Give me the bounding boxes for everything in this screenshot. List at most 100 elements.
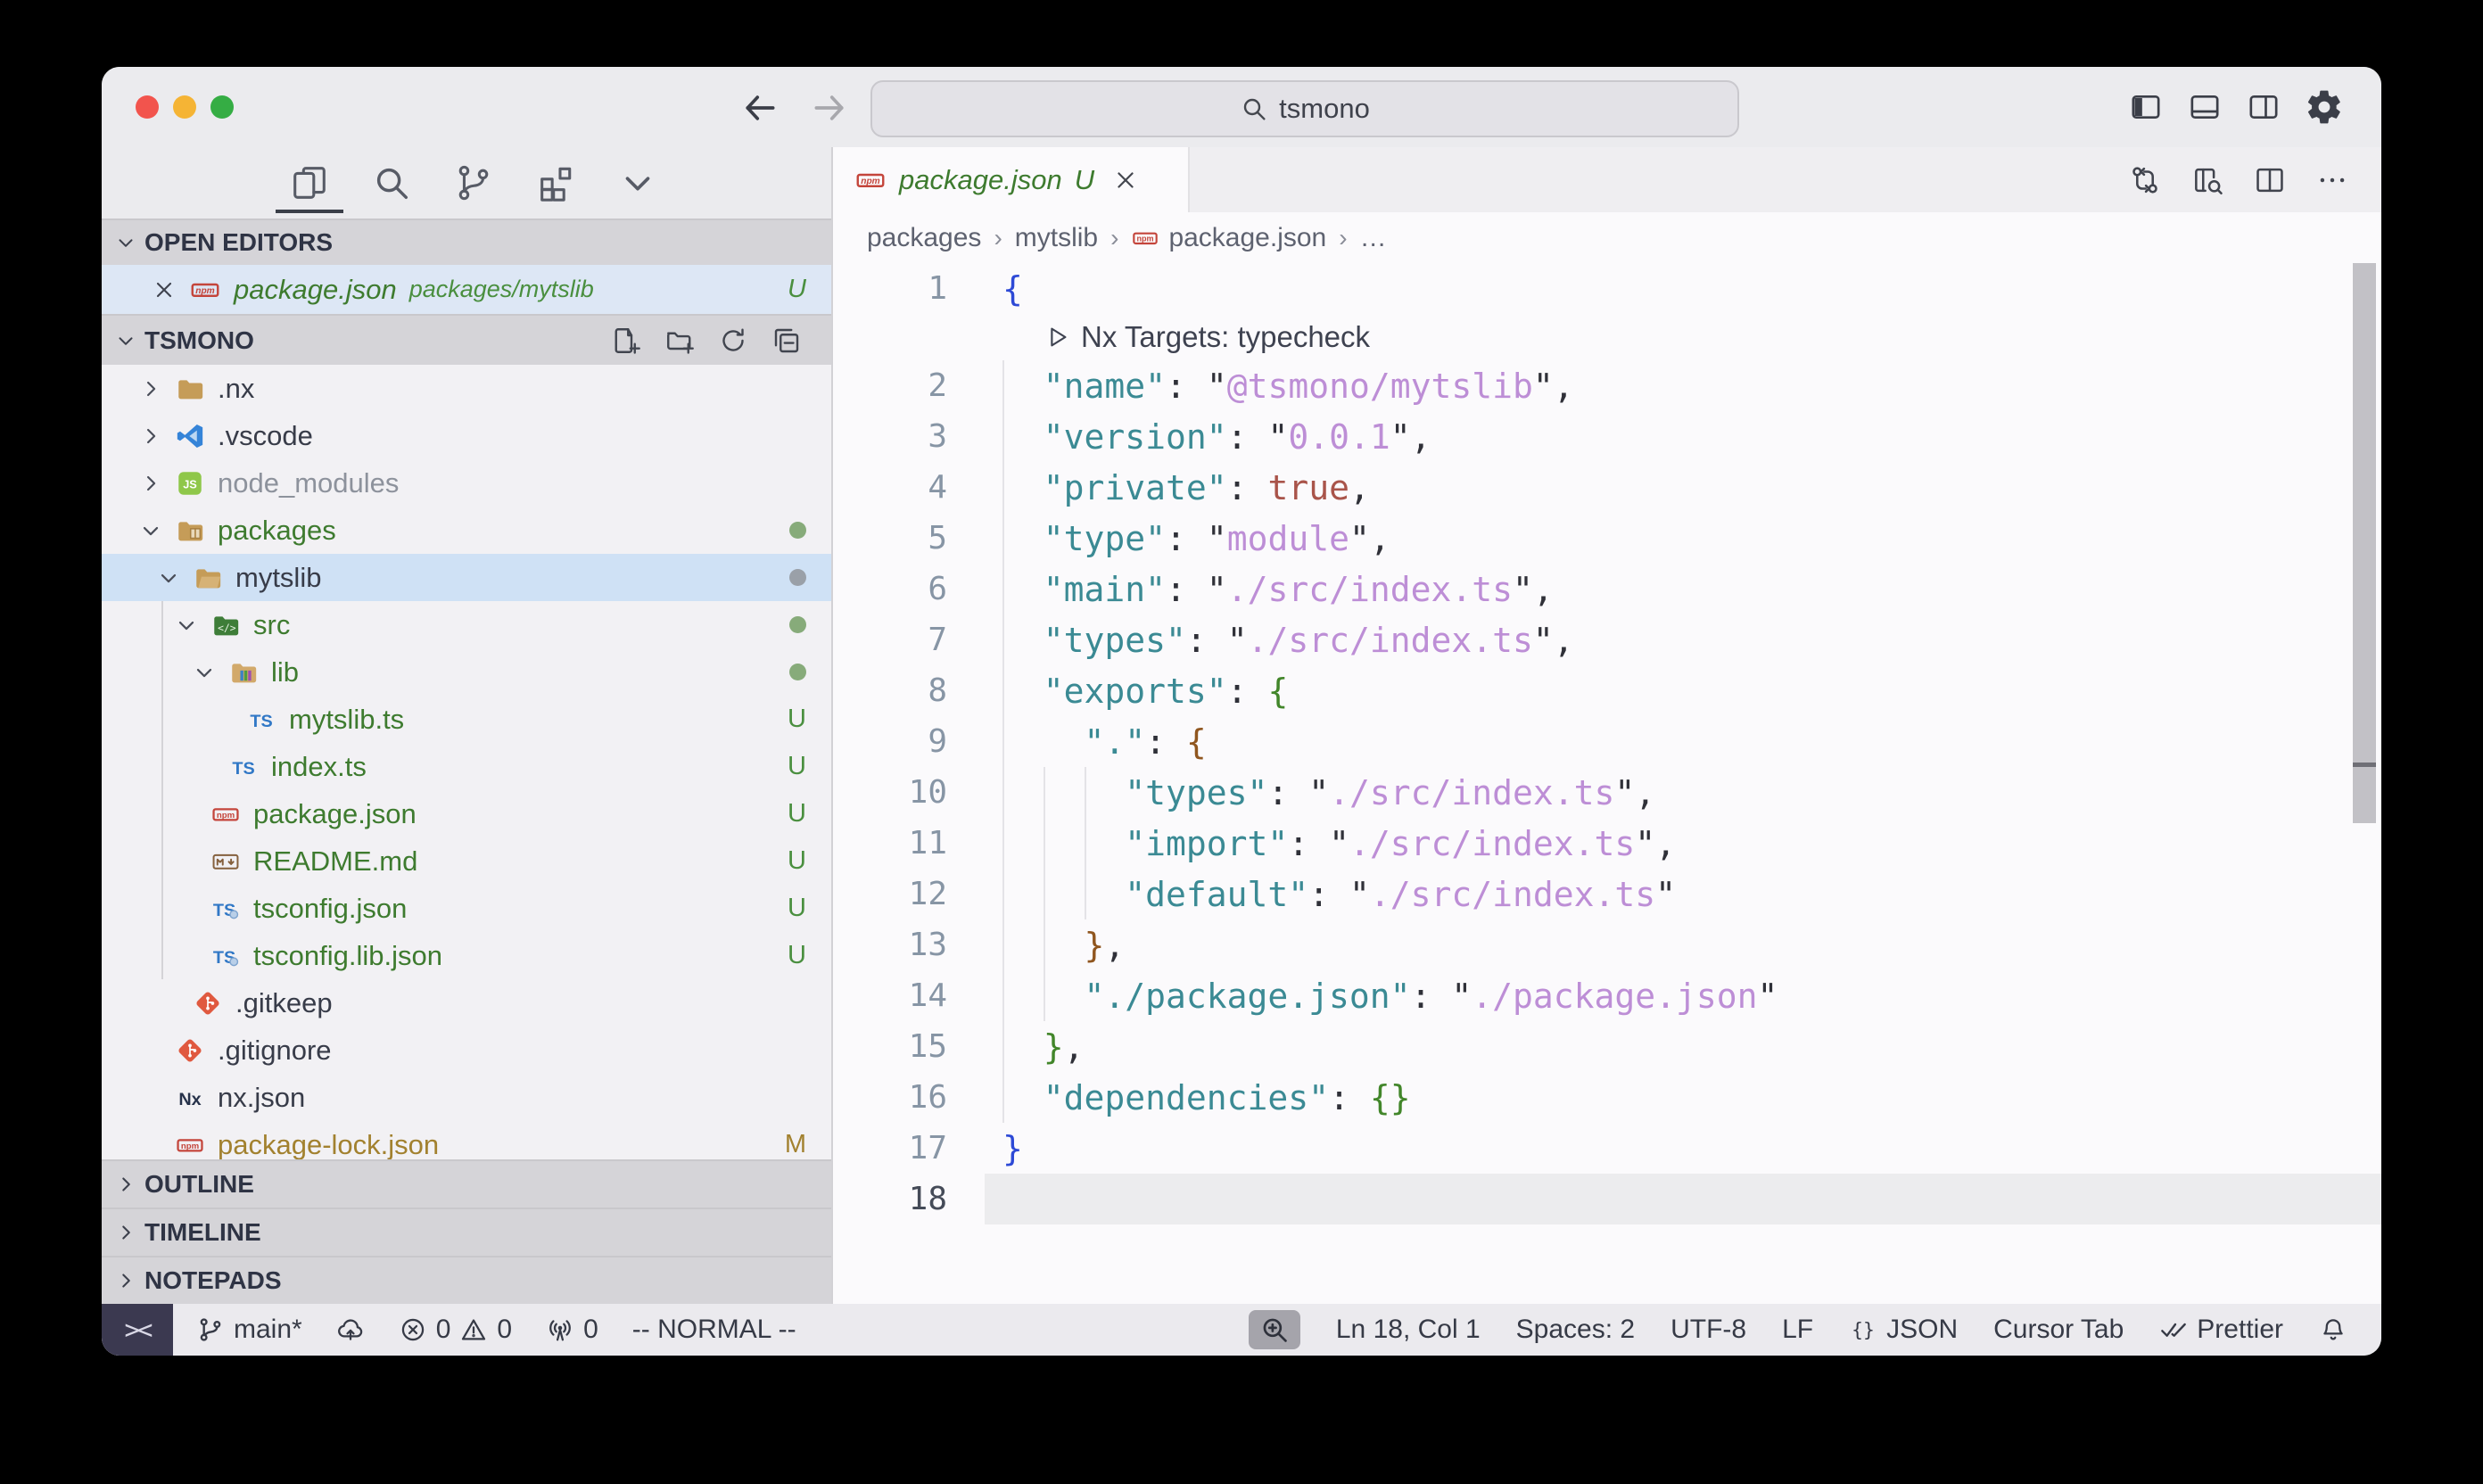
- tree-item-label: .nx: [218, 373, 254, 405]
- tree-item-package.json[interactable]: npm package.json U: [102, 790, 831, 837]
- tree-item-tsconfig.lib.json[interactable]: TS tsconfig.lib.json U: [102, 932, 831, 979]
- code-line-9: 9 ".": {: [833, 716, 2381, 767]
- status-item-right-4[interactable]: LF: [1782, 1315, 1813, 1345]
- layout-panel-icon[interactable]: [2187, 89, 2223, 125]
- git-status-badge: U: [788, 894, 806, 923]
- status-item-right-8[interactable]: [2319, 1315, 2347, 1344]
- split-editor-icon[interactable]: [2253, 163, 2287, 197]
- command-center-search[interactable]: tsmono: [870, 80, 1739, 137]
- tree-item-src[interactable]: </> src: [102, 601, 831, 648]
- breadcrumb-item[interactable]: …: [1360, 223, 1387, 253]
- play-icon: [1044, 324, 1070, 350]
- tree-item-node_modules[interactable]: JS node_modules: [102, 459, 831, 507]
- more-actions-icon[interactable]: [2315, 163, 2349, 197]
- svg-text:TS: TS: [232, 758, 254, 778]
- activity-explorer[interactable]: [285, 151, 334, 215]
- npm-icon: npm: [1131, 224, 1159, 252]
- tree-item-package-lock.json[interactable]: npm package-lock.json M: [102, 1121, 831, 1159]
- svg-text:</>: </>: [218, 622, 236, 634]
- tree-item-.vscode[interactable]: .vscode: [102, 412, 831, 459]
- preview-search-icon[interactable]: [2190, 163, 2224, 197]
- status-item-right-5[interactable]: {}JSON: [1849, 1315, 1958, 1345]
- close-window-button[interactable]: [136, 95, 159, 119]
- new-file-icon[interactable]: [610, 325, 642, 357]
- settings-gear-icon[interactable]: [2305, 87, 2344, 127]
- minimize-window-button[interactable]: [173, 95, 196, 119]
- refresh-icon[interactable]: [717, 325, 749, 357]
- tree-item-label: index.ts: [271, 751, 367, 783]
- tree-item-index.ts[interactable]: TS index.ts U: [102, 743, 831, 790]
- section-notepads[interactable]: NOTEPADS: [102, 1256, 831, 1304]
- cloud-upload-icon: [336, 1315, 365, 1344]
- code-line-14: 14 "./package.json": "./package.json": [833, 970, 2381, 1021]
- open-editors-header[interactable]: OPEN EDITORS: [102, 218, 831, 265]
- svg-text:JS: JS: [183, 477, 197, 491]
- codelens-nx-targets[interactable]: Nx Targets: typecheck: [833, 314, 2381, 360]
- status-item-left-1[interactable]: [336, 1315, 365, 1344]
- layout-sidebar-right-icon[interactable]: [2246, 89, 2281, 125]
- remote-indicator[interactable]: ><: [102, 1304, 173, 1356]
- activity-search[interactable]: [367, 151, 417, 215]
- compare-changes-icon[interactable]: [2128, 163, 2162, 197]
- tree-item-packages[interactable]: packages: [102, 507, 831, 554]
- status-item-left-3[interactable]: 0: [546, 1315, 598, 1345]
- git-status-badge: U: [788, 799, 806, 829]
- tree-item-mytslib.ts[interactable]: TS mytslib.ts U: [102, 696, 831, 743]
- section-outline[interactable]: OUTLINE: [102, 1159, 831, 1208]
- code-editor[interactable]: 1 { Nx Targets: typecheck 2 "name": "@ts…: [833, 263, 2381, 1304]
- status-item-left-2[interactable]: 00: [399, 1315, 512, 1345]
- tree-item-.gitkeep[interactable]: .gitkeep: [102, 979, 831, 1026]
- line-number: 7: [833, 622, 947, 658]
- activity-more-views[interactable]: [613, 151, 663, 215]
- collapse-all-icon[interactable]: [771, 325, 803, 357]
- forward-icon[interactable]: [810, 88, 849, 128]
- ts-icon: TS: [246, 705, 276, 735]
- scrollbar-thumb[interactable]: [2353, 263, 2376, 823]
- status-item-right-1[interactable]: Ln 18, Col 1: [1336, 1315, 1481, 1345]
- tree-item-.nx[interactable]: .nx: [102, 365, 831, 412]
- node-icon: JS: [175, 468, 205, 499]
- git-status-badge: U: [788, 846, 806, 876]
- tab-package-json[interactable]: npm package.json U: [833, 147, 1190, 212]
- activity-source-control[interactable]: [449, 151, 499, 215]
- status-item-right-3[interactable]: UTF-8: [1670, 1315, 1746, 1345]
- open-editor-item[interactable]: npm package.json packages/mytslib U: [102, 265, 831, 314]
- chevron-right-icon: [114, 1269, 137, 1292]
- chevron-down-icon: [174, 613, 199, 638]
- status-item-right-0[interactable]: [1249, 1310, 1300, 1349]
- bell-icon: [2319, 1315, 2347, 1344]
- status-item-left-4[interactable]: -- NORMAL --: [632, 1315, 796, 1345]
- status-item-right-6[interactable]: Cursor Tab: [1993, 1315, 2124, 1345]
- status-item-right-2[interactable]: Spaces: 2: [1516, 1315, 1635, 1345]
- tree-item-tsconfig.json[interactable]: TS tsconfig.json U: [102, 885, 831, 932]
- tree-item-README.md[interactable]: README.md U: [102, 837, 831, 885]
- status-item-left-0[interactable]: main*: [196, 1315, 302, 1345]
- close-icon[interactable]: [1112, 167, 1139, 194]
- back-icon[interactable]: [740, 88, 780, 128]
- tree-item-nx.json[interactable]: Nx nx.json: [102, 1074, 831, 1121]
- breadcrumb-item[interactable]: packages: [867, 223, 981, 253]
- src-folder-icon: </>: [210, 610, 241, 640]
- breadcrumb-item[interactable]: npmpackage.json: [1131, 223, 1326, 253]
- section-timeline[interactable]: TIMELINE: [102, 1208, 831, 1256]
- svg-text:TS: TS: [250, 711, 272, 730]
- code-line-1: 1 {: [833, 263, 2381, 314]
- modified-dot-badge: [789, 664, 806, 680]
- layout-sidebar-icon[interactable]: [2128, 89, 2164, 125]
- tab-bar: npm package.json U: [833, 147, 2381, 212]
- tree-item-mytslib[interactable]: mytslib: [102, 554, 831, 601]
- code-line-2: 2 "name": "@tsmono/mytslib",: [833, 360, 2381, 411]
- code-line-6: 6 "main": "./src/index.ts",: [833, 564, 2381, 614]
- code-line-7: 7 "types": "./src/index.ts",: [833, 614, 2381, 665]
- status-item-right-7[interactable]: Prettier: [2159, 1315, 2283, 1345]
- close-icon[interactable]: [152, 277, 177, 302]
- zoom-window-button[interactable]: [210, 95, 234, 119]
- breadcrumb-item[interactable]: mytslib: [1015, 223, 1098, 253]
- tree-item-label: package-lock.json: [218, 1129, 439, 1160]
- tree-item-lib[interactable]: lib: [102, 648, 831, 696]
- activity-extensions[interactable]: [531, 151, 581, 215]
- new-folder-icon[interactable]: [664, 325, 696, 357]
- tree-item-.gitignore[interactable]: .gitignore: [102, 1026, 831, 1074]
- zoom-in-icon[interactable]: [1249, 1310, 1300, 1349]
- project-section-header[interactable]: TSMONO: [102, 314, 831, 365]
